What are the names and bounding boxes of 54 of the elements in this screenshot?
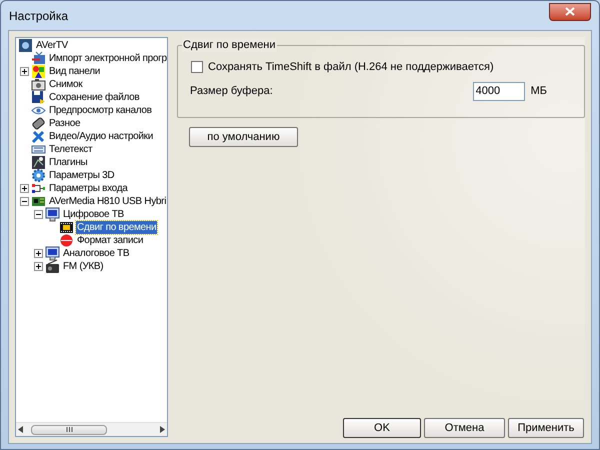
tree-item[interactable]: Видео/Аудио настройки xyxy=(48,130,154,143)
grip-icon xyxy=(66,427,72,432)
horizontal-scrollbar[interactable] xyxy=(16,422,167,436)
monitor-icon xyxy=(45,207,60,222)
tree-item[interactable]: Цифровое ТВ xyxy=(62,208,125,221)
scrollbar-thumb[interactable] xyxy=(31,424,107,434)
tree-item[interactable]: Предпросмотр каналов xyxy=(48,104,153,117)
dialog-button[interactable]: OK xyxy=(343,418,421,438)
tree-item[interactable]: Параметры входа xyxy=(48,182,129,195)
tree-item[interactable]: Телетекст xyxy=(48,143,94,156)
default-button[interactable]: по умолчанию xyxy=(189,127,298,147)
camera-icon xyxy=(31,77,46,92)
buffer-size-label: Размер буфера: xyxy=(190,84,274,99)
dialog-button[interactable]: Отмена xyxy=(424,418,505,438)
shapes-icon xyxy=(31,64,46,79)
scroll-left-icon xyxy=(18,426,23,433)
circuit-board-icon xyxy=(31,194,46,209)
radio-icon xyxy=(45,259,60,274)
scroll-right-icon xyxy=(160,426,165,433)
dialog-button[interactable]: Применить xyxy=(508,418,584,438)
tree-item[interactable]: Вид панели xyxy=(48,65,102,78)
window-title: Настройка xyxy=(9,8,68,24)
tree-item[interactable]: Снимок xyxy=(48,78,84,91)
monitor-icon xyxy=(45,246,60,261)
close-icon xyxy=(565,7,575,16)
expand-icon[interactable] xyxy=(20,67,29,76)
unit-label: МБ xyxy=(530,84,547,99)
tree-item[interactable]: Плагины xyxy=(48,156,88,169)
picture-icon xyxy=(31,155,46,170)
tree-item[interactable]: Сдвиг по времени xyxy=(76,221,158,234)
expand-icon[interactable] xyxy=(34,249,43,258)
tree-item[interactable]: Параметры 3D xyxy=(48,169,116,182)
close-button[interactable] xyxy=(549,2,591,20)
group-title: Сдвиг по времени xyxy=(182,38,277,52)
collapse-icon[interactable] xyxy=(20,197,29,206)
record-icon xyxy=(59,233,74,248)
buffer-size-field[interactable]: 4000 xyxy=(472,82,525,100)
film-icon xyxy=(59,220,74,235)
gear-icon xyxy=(31,168,46,183)
tree-item[interactable]: FM (УКВ) xyxy=(62,260,104,273)
connector-icon xyxy=(31,181,46,196)
checkbox-label: Сохранять TimeShift в файл (H.264 не поддерживается) xyxy=(208,60,494,75)
tree-item[interactable]: Формат записи xyxy=(76,234,144,247)
tree-item[interactable]: AVerTV xyxy=(35,39,69,52)
screen-arrow-icon xyxy=(31,51,46,66)
collapse-icon[interactable] xyxy=(34,210,43,219)
tree-item[interactable]: AVerMedia H810 USB Hybri xyxy=(48,195,167,208)
tree-item[interactable]: Сохранение файлов xyxy=(48,91,140,104)
expand-icon[interactable] xyxy=(34,262,43,271)
tree-item[interactable]: Разное xyxy=(48,117,82,130)
checkbox[interactable] xyxy=(191,61,203,74)
tree-item[interactable]: Аналоговое ТВ xyxy=(62,247,130,260)
tree-item[interactable]: Импорт электронной прогр xyxy=(48,52,167,65)
expand-icon[interactable] xyxy=(20,184,29,193)
